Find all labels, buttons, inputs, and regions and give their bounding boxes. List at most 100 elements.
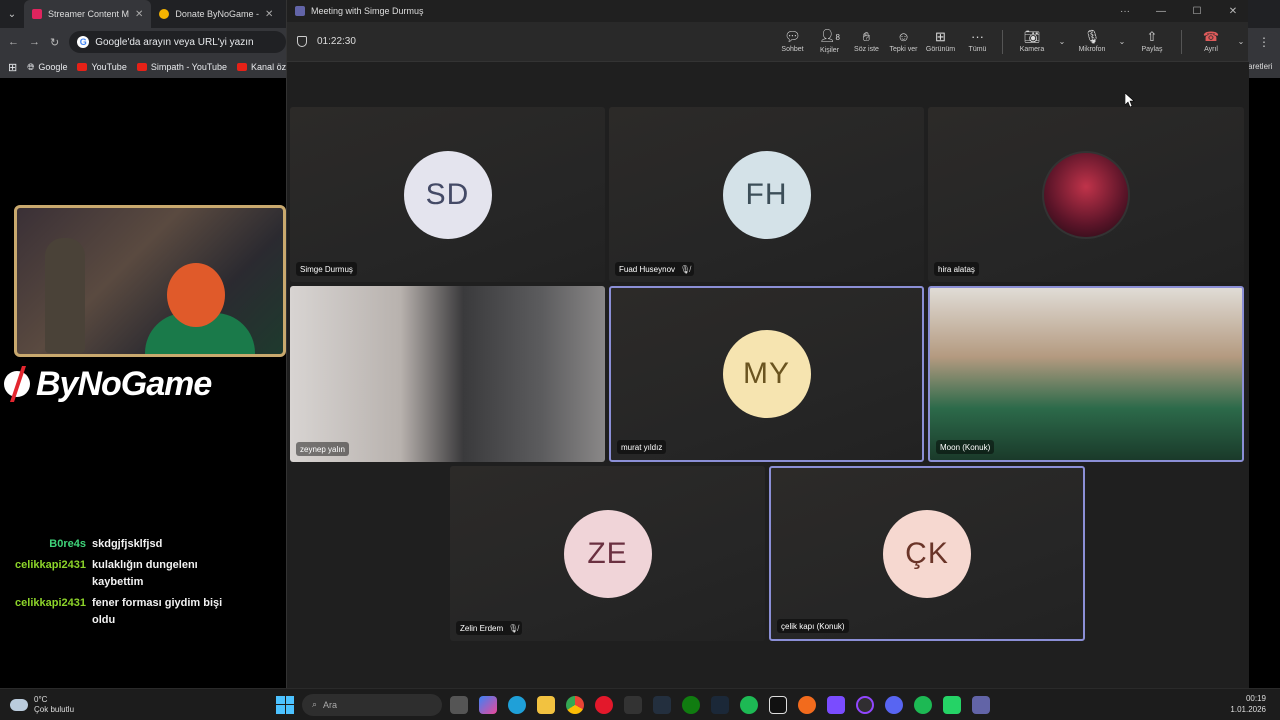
bookmark-youtube[interactable]: YouTube [77,62,127,72]
capcut-icon[interactable] [769,695,787,714]
participant-tile[interactable]: ZE Zelin Erdem 🎙︎̸ [450,466,765,641]
windows-taskbar: 0°C Çok bulutlu ⌕ Ara 00:19 1.01.2026 [0,688,1280,720]
start-button-icon[interactable] [276,695,294,714]
tab-close-icon[interactable]: ✕ [135,9,143,20]
discord-icon[interactable] [885,695,903,714]
grid-view-icon: ⊞ [935,29,946,44]
minimize-icon[interactable]: — [1146,6,1176,17]
pinned-apps [450,695,990,714]
weather-widget[interactable]: 0°C Çok bulutlu [0,695,276,715]
share-button[interactable]: ⇧ Paylaş [1129,29,1175,54]
opera-icon[interactable] [595,695,613,714]
obs-icon[interactable] [856,695,874,714]
camera-options-chevron-icon[interactable]: ⌄ [1055,37,1069,46]
steam-icon[interactable] [711,695,729,714]
bookmark-label: Kanal öz [251,62,286,72]
leave-button[interactable]: ☎︎ Ayrıl [1188,29,1234,54]
taskbar-search[interactable]: ⌕ Ara [302,693,442,716]
tab-strip: ⌄ Streamer Content M ✕ Donate ByNoGame -… [0,0,286,28]
window-title: Meeting with Simge Durmuş [311,6,424,16]
participant-name: Zelin Erdem [460,623,504,633]
epic-games-icon[interactable] [624,695,642,714]
xbox-icon[interactable] [682,695,700,714]
whatsapp-icon[interactable] [943,695,961,714]
teams-icon [295,6,305,16]
toolbar-divider [1181,29,1182,54]
participant-video-tile[interactable]: Moon (Konuk) [928,286,1244,462]
participant-avatar: FH [722,150,811,239]
webcam-overlay [14,205,286,357]
hang-up-icon: ☎︎ [1202,29,1220,44]
taskbar-app-icon[interactable] [798,695,816,714]
search-icon: ⌕ [312,699,318,709]
tab-donate-bynogame[interactable]: Donate ByNoGame - ✕ [151,0,281,28]
people-icon: 👤︎8 [819,28,840,43]
view-button[interactable]: ⊞ Görünüm [922,29,959,54]
close-icon[interactable]: ✕ [1218,6,1248,17]
microphone-options-chevron-icon[interactable]: ⌄ [1115,37,1129,46]
omnibox-placeholder: Google'da arayın veya URL'yi yazın [95,36,254,48]
weather-text: 0°C Çok bulutlu [34,695,74,715]
participant-name: Moon (Konuk) [940,442,991,452]
edge-icon[interactable] [508,695,526,714]
video-stage: SD Simge Durmuş FH Fuad Huseynov 🎙︎̸ hira… [287,62,1249,688]
tab-close-icon[interactable]: ✕ [265,9,273,20]
system-clock[interactable]: 00:19 1.01.2026 [1230,693,1266,715]
meeting-timer-text: 01:22:30 [317,36,356,47]
forward-icon[interactable]: → [29,36,40,48]
microphone-label: Mikrofon [1078,46,1106,53]
react-button[interactable]: ☺ Tepki ver [885,30,922,54]
google-icon: G [77,36,90,48]
people-count: 8 [835,33,840,42]
teams-window: Meeting with Simge Durmuş ··· — ☐ ✕ 01:2… [286,0,1249,688]
raise-hand-button[interactable]: ✋︎ Söz iste [848,30,885,54]
more-options-icon[interactable]: ··· [1110,6,1140,17]
back-icon[interactable]: ← [8,36,19,48]
brand-logo: ByNoGame [2,362,212,406]
copilot-icon[interactable] [479,695,497,714]
meeting-controls: 💬︎ Sohbet 👤︎8 Kişiler ✋︎ Söz iste ☺ Tepki ve… [774,28,1248,55]
share-tray-icon: ⇧ [1146,29,1158,44]
chat-button[interactable]: 💬︎ Sohbet [774,30,811,54]
spotify-icon[interactable] [740,695,758,714]
browser-menu-icon[interactable]: ⋮ [1246,28,1280,56]
bookmark-google[interactable]: 🌐︎ Google [27,62,67,73]
tab-search-chevron-icon[interactable]: ⌄ [0,9,24,20]
reload-icon[interactable]: ↻ [50,36,59,49]
spotify-icon-2[interactable] [914,695,932,714]
participant-tile[interactable]: hira alataş [928,107,1244,282]
participant-tile[interactable]: ÇK çelik kapı (Konuk) [769,466,1085,641]
maximize-icon[interactable]: ☐ [1182,6,1212,17]
cloud-icon [10,698,28,711]
omnibox[interactable]: G Google'da arayın veya URL'yi yazın [69,31,286,53]
window-titlebar: Meeting with Simge Durmuş ··· — ☐ ✕ [287,0,1248,22]
microphone-button[interactable]: 🎙︎ Mikrofon [1069,30,1115,54]
share-label: Paylaş [1141,46,1163,53]
amazon-games-icon[interactable] [653,695,671,714]
more-button[interactable]: ··· Tümü [959,30,996,54]
clipchamp-icon[interactable] [827,695,845,714]
apps-grid-icon[interactable]: ⊞ [8,61,17,74]
people-button[interactable]: 👤︎8 Kişiler [811,28,848,55]
participant-tile[interactable]: SD Simge Durmuş [290,107,605,282]
task-view-icon[interactable] [450,695,468,714]
bookmark-simpath[interactable]: Simpath - YouTube [136,62,228,72]
bookmark-kanal[interactable]: Kanal öz [237,62,286,72]
more-label: Tümü [968,46,987,53]
leave-label: Ayrıl [1204,46,1218,53]
participant-video-tile[interactable]: zeynep yalın [290,286,605,462]
tab-streamer-content[interactable]: Streamer Content M ✕ [24,0,152,28]
camera-button[interactable]: 📷︎ Kamera [1009,30,1055,54]
participant-name: Fuad Huseynov [619,264,676,274]
participant-tile[interactable]: MY murat yıldız [609,286,924,462]
bookmark-label: Simpath - YouTube [150,62,228,72]
mic-muted-icon: 🎙︎̸ [680,264,691,274]
participant-tile[interactable]: FH Fuad Huseynov 🎙︎̸ [609,107,924,282]
brand-mark-icon [4,366,30,402]
teams-taskbar-icon[interactable] [972,695,990,714]
chat-message: celikkapi2431 fener forması giydim bişi … [10,595,280,629]
file-explorer-icon[interactable] [537,695,555,714]
youtube-icon [237,63,248,71]
leave-options-chevron-icon[interactable]: ⌄ [1234,37,1248,46]
chrome-icon[interactable] [566,695,584,714]
